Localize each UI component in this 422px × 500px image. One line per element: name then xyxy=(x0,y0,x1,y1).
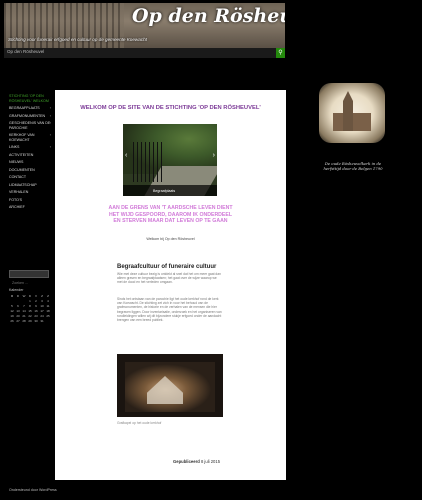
site-header[interactable]: Op den Rösheuvel Stichting voor funerair… xyxy=(4,3,285,48)
sidebar-search[interactable] xyxy=(9,270,49,286)
sidebar-item-label: Verhalen xyxy=(9,190,29,194)
tertiary-nav-item[interactable]: Oude grafmonumenten Koewacht xyxy=(43,88,112,89)
calendar-cell xyxy=(45,319,51,324)
site-tagline: Stichting voor funerair erfgoed en cultu… xyxy=(8,37,147,42)
secondary-nav-item[interactable]: Contact xyxy=(280,77,285,78)
sidebar-item[interactable]: Foto's xyxy=(9,198,51,203)
secondary-nav-item[interactable]: Anbi gegevens xyxy=(109,77,139,78)
sidebar-item[interactable]: Lidmaatschap xyxy=(9,183,51,188)
sidebar-item-label: Stichting 'Op den Rösheuvel' Welkom xyxy=(9,94,49,103)
secondary-nav: Stichting 'Op den Rösheuvel' Stichtingsd… xyxy=(4,69,285,78)
post-date[interactable]: Gepubliceerd 8 juli 2015 xyxy=(173,459,220,464)
sidebar-item-label: Kerkhof van Koewacht xyxy=(9,133,35,142)
sidebar-item[interactable]: Grafmonumenten › xyxy=(9,114,51,119)
secondary-nav-item[interactable]: Projecten xyxy=(231,77,253,78)
sidebar-menu: Stichting 'Op den Rösheuvel' Welkom Begra… xyxy=(9,94,51,213)
sidebar-item[interactable]: Begraafplaats › xyxy=(9,106,51,111)
church-caption: De oude Rösheuvelkerk in de herfsttijd d… xyxy=(323,161,383,171)
sidebar-item[interactable]: Archief xyxy=(9,205,51,210)
sidebar-item-label: Geschiedenis van de parochie xyxy=(9,121,51,130)
article-paragraph: Sinds het ontstaan van de parochie ligt … xyxy=(117,297,222,323)
sidebar-item-label: Lidmaatschap xyxy=(9,182,37,187)
primary-nav-item[interactable]: Blog xyxy=(93,67,103,68)
chevron-right-icon[interactable]: › xyxy=(50,106,51,111)
sidebar-item[interactable]: Links › xyxy=(9,145,51,150)
chevron-right-icon[interactable]: › xyxy=(50,114,51,119)
secondary-nav-item[interactable]: Vrienden xyxy=(168,77,187,78)
sidebar-item[interactable]: Nieuws xyxy=(9,160,51,165)
sidebar-item-label: Activiteiten xyxy=(9,152,34,157)
sidebar-item[interactable]: Activiteiten xyxy=(9,153,51,158)
sidebar-item-label: Foto's xyxy=(9,197,22,202)
secondary-nav-item[interactable]: Doelstellingen xyxy=(192,77,224,78)
church-drawing-image xyxy=(319,83,385,143)
calendar-label: Kalender xyxy=(9,288,24,292)
secondary-nav-item[interactable]: Agenda xyxy=(258,77,273,78)
grave-chapel-photo xyxy=(117,354,223,417)
slider-caption: Begraafplaats xyxy=(153,189,176,193)
sidebar-item-label: Documenten xyxy=(9,167,35,172)
calendar-widget: M D W D V Z Z 1 2 3 4 5 6 7 8 9 10 11 12 13 14 15 16 17 18 19 20 21… xyxy=(9,294,51,324)
site-title[interactable]: Op den Rösheuvel xyxy=(132,5,285,27)
primary-nav: Stichting 'Op den Rösheuvel' — Welkom Blo… xyxy=(4,59,285,68)
slider-gate-image xyxy=(133,142,163,182)
post-date-label: Gepubliceerd xyxy=(173,459,200,464)
post-date-value: 8 juli 2015 xyxy=(200,459,221,464)
sidebar-item[interactable]: Kerkhof van Koewacht › xyxy=(9,133,51,142)
main-content: Welkom op de site van de Stichting 'Op d… xyxy=(55,90,286,480)
site-name-link[interactable]: Op den Rösheuvel xyxy=(7,49,44,54)
chevron-right-icon[interactable]: › xyxy=(213,152,215,159)
primary-nav-item[interactable]: Nieuws xyxy=(220,67,234,68)
chevron-right-icon[interactable]: › xyxy=(50,121,51,126)
search-icon[interactable]: ⚲ xyxy=(276,48,285,58)
chevron-right-icon[interactable]: › xyxy=(50,133,51,138)
article-paragraph: Wie met deze cultuur bezig is ontdekt al… xyxy=(117,272,221,285)
sidebar-item-label: Grafmonumenten xyxy=(9,113,46,118)
article-heading[interactable]: Begraafcultuur of funeraire cultuur xyxy=(117,264,216,270)
top-bar: Op den Rösheuvel ⚲ xyxy=(4,48,285,58)
quote-text: Aan de grens van 't aardsche leven dient… xyxy=(108,205,233,224)
sidebar-item-label: Links xyxy=(9,145,20,149)
sidebar-item[interactable]: Stichting 'Op den Rösheuvel' Welkom xyxy=(9,94,51,103)
sidebar-item[interactable]: Verhalen xyxy=(9,190,51,195)
tertiary-nav-item[interactable]: Rondleidingen xyxy=(7,88,37,89)
footer-credit[interactable]: Ondersteund door WordPress xyxy=(9,488,57,492)
image-slider[interactable]: Begraafplaats ‹ › xyxy=(123,124,217,196)
sidebar-item-label: Begraafplaats xyxy=(9,106,40,110)
sidebar-item-label: Nieuws xyxy=(9,160,24,164)
tertiary-nav: Rondleidingen Oude grafmonumenten Koewach… xyxy=(4,80,285,89)
photo-caption: Grafkapel op het oude kerkhof xyxy=(117,421,162,425)
sidebar-item-label: Contact xyxy=(9,175,27,179)
secondary-nav-item[interactable]: Stichting 'Op den Rösheuvel' Stichtingsd… xyxy=(7,77,103,78)
search-input[interactable] xyxy=(10,280,48,286)
secondary-nav-item[interactable]: Bestuur xyxy=(145,77,162,78)
chevron-left-icon[interactable]: ‹ xyxy=(125,152,127,159)
sidebar-item[interactable]: Geschiedenis van de parochie › xyxy=(9,121,51,130)
primary-nav-item[interactable]: Contact & informatie xyxy=(109,67,152,68)
sidebar-item[interactable]: Contact xyxy=(9,175,51,180)
church-tower xyxy=(343,91,353,131)
welcome-caption: Welkom bij Op den Rösheuvel xyxy=(146,237,195,241)
welcome-heading: Welkom op de site van de Stichting 'Op d… xyxy=(80,105,261,111)
chevron-right-icon[interactable]: › xyxy=(50,145,51,150)
calendar-row: 26 27 28 29 30 31 xyxy=(9,319,51,324)
sidebar-item-label: Archief xyxy=(9,205,25,209)
primary-nav-item[interactable]: Stichting 'Op den Rösheuvel' — Welkom xyxy=(7,67,87,68)
sidebar-item[interactable]: Documenten xyxy=(9,168,51,173)
primary-nav-item[interactable]: Rondleidingen & excursies xyxy=(159,67,214,68)
